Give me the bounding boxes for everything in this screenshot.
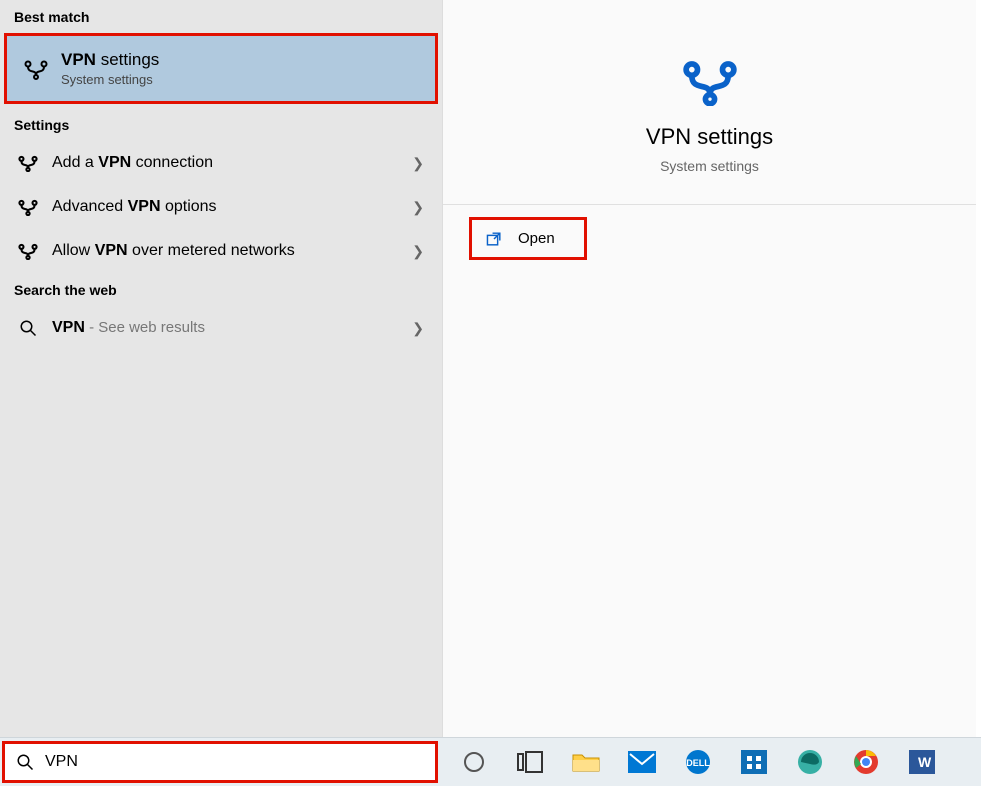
best-match-subtitle: System settings — [61, 72, 159, 87]
search-results-panel: Best match VPN settings System settings … — [0, 0, 442, 737]
vpn-icon — [16, 153, 40, 173]
search-input[interactable] — [45, 753, 425, 771]
settings-item-label: Allow VPN over metered networks — [52, 242, 412, 260]
movies-tv-icon[interactable] — [736, 744, 772, 780]
svg-text:W: W — [918, 754, 932, 770]
open-action[interactable]: Open — [469, 217, 587, 260]
search-icon — [15, 752, 35, 772]
task-view-icon[interactable] — [512, 744, 548, 780]
taskbar-search-box[interactable] — [2, 741, 438, 783]
svg-text:DELL: DELL — [686, 758, 710, 768]
vpn-icon — [680, 56, 740, 106]
best-match-text: VPN settings System settings — [61, 50, 159, 87]
cortana-icon[interactable] — [456, 744, 492, 780]
detail-title: VPN settings — [443, 124, 976, 150]
detail-panel: VPN settings System settings Open — [442, 0, 976, 737]
section-header-best-match: Best match — [0, 0, 442, 33]
settings-item-advanced-vpn[interactable]: Advanced VPN options ❯ — [0, 185, 442, 229]
web-result-label: VPN - See web results — [52, 319, 412, 337]
dell-icon[interactable]: DELL — [680, 744, 716, 780]
settings-item-add-vpn[interactable]: Add a VPN connection ❯ — [0, 141, 442, 185]
vpn-icon — [16, 197, 40, 217]
settings-item-label: Advanced VPN options — [52, 198, 412, 216]
settings-item-label: Add a VPN connection — [52, 154, 412, 172]
best-match-title: VPN settings — [61, 50, 159, 70]
chevron-right-icon: ❯ — [412, 155, 424, 172]
web-result-vpn[interactable]: VPN - See web results ❯ — [0, 306, 442, 350]
chrome-icon[interactable] — [848, 744, 884, 780]
best-match-vpn-settings[interactable]: VPN settings System settings — [4, 33, 438, 104]
chevron-right-icon: ❯ — [412, 199, 424, 216]
settings-list: Add a VPN connection ❯ Advanced VPN opti… — [0, 141, 442, 273]
taskbar-icons: DELL W — [456, 744, 940, 780]
vpn-icon — [23, 56, 49, 82]
taskbar: DELL W — [0, 737, 981, 786]
open-icon — [484, 231, 504, 247]
detail-hero: VPN settings System settings — [443, 0, 976, 205]
edge-icon[interactable] — [792, 744, 828, 780]
section-header-web: Search the web — [0, 273, 442, 306]
file-explorer-icon[interactable] — [568, 744, 604, 780]
vpn-icon — [16, 241, 40, 261]
detail-subtitle: System settings — [443, 158, 976, 174]
open-label: Open — [518, 230, 555, 247]
word-icon[interactable]: W — [904, 744, 940, 780]
mail-icon[interactable] — [624, 744, 660, 780]
search-icon — [16, 318, 40, 338]
settings-item-allow-vpn-metered[interactable]: Allow VPN over metered networks ❯ — [0, 229, 442, 273]
chevron-right-icon: ❯ — [412, 243, 424, 260]
section-header-settings: Settings — [0, 108, 442, 141]
chevron-right-icon: ❯ — [412, 320, 424, 337]
